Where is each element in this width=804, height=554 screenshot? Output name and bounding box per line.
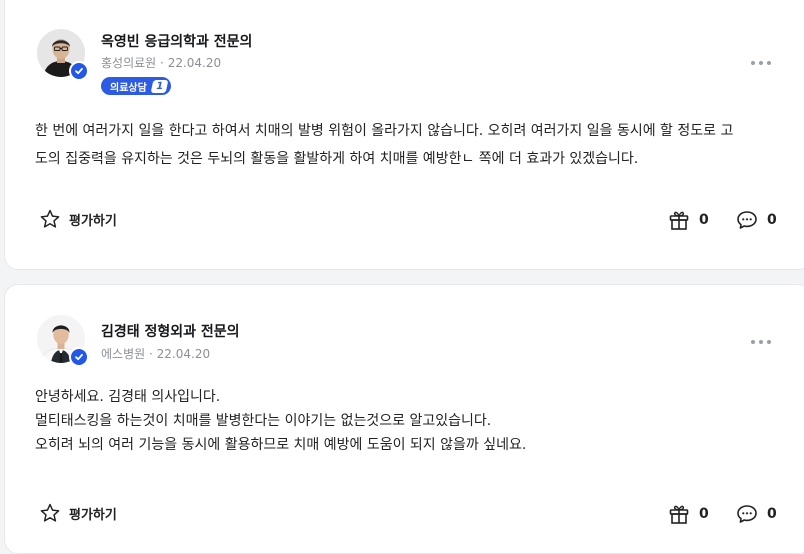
answer-body: 안녕하세요. 김경태 의사입니다. 멀티태스킹을 하는것이 치매를 발병한다는 … — [35, 385, 785, 457]
doctor-name[interactable]: 옥영빈 응급의학과 전문의 — [101, 31, 252, 51]
gift-count: 0 — [699, 506, 709, 522]
comment-bubble-icon — [737, 211, 757, 229]
answer-card: 옥영빈 응급의학과 전문의 홍성의료원 · 22.04.20 의료상담 1 한 … — [4, 0, 804, 270]
comment-count: 0 — [767, 506, 777, 522]
comment-bubble-icon — [737, 505, 757, 523]
answer-line: 오히려 뇌의 여러 기능을 동시에 활용하므로 치매 예방에 도움이 되지 않을… — [35, 437, 527, 453]
star-outline-icon — [40, 503, 60, 522]
more-dots-icon[interactable] — [751, 339, 771, 345]
consult-badge: 의료상담 1 — [101, 77, 171, 95]
doctor-meta: 에스병원 · 22.04.20 — [101, 345, 210, 362]
gift-icon — [669, 211, 689, 230]
gift-button[interactable]: 0 — [667, 208, 709, 232]
badge-number: 1 — [150, 79, 169, 93]
doctor-meta: 홍성의료원 · 22.04.20 — [101, 54, 221, 71]
gift-button[interactable]: 0 — [667, 502, 709, 526]
answer-line: 안녕하세요. 김경태 의사입니다. — [35, 389, 221, 405]
rate-button[interactable]: 평가하기 — [39, 502, 117, 524]
answer-body: 한 번에 여러가지 일을 한다고 하여서 치매의 발병 위험이 올라가지 않습니… — [35, 117, 785, 173]
gift-count: 0 — [699, 212, 709, 228]
doctor-name[interactable]: 김경태 정형외과 전문의 — [101, 321, 240, 341]
verified-check-icon — [69, 61, 89, 81]
answer-line: 한 번에 여러가지 일을 한다고 하여서 치매의 발병 위험이 올라가지 않습니… — [35, 123, 734, 139]
answer-card: 김경태 정형외과 전문의 에스병원 · 22.04.20 안녕하세요. 김경태 … — [4, 284, 804, 554]
rate-label: 평가하기 — [69, 507, 117, 523]
answer-line: 멀티태스킹을 하는것이 치매를 발병한다는 이야기는 없는것으로 알고있습니다. — [35, 413, 492, 429]
comment-button[interactable]: 0 — [735, 208, 777, 232]
comment-button[interactable]: 0 — [735, 502, 777, 526]
meta-separator: · — [149, 347, 153, 361]
rate-label: 평가하기 — [69, 213, 117, 229]
star-outline-icon — [40, 209, 60, 228]
hospital-name: 홍성의료원 — [101, 56, 157, 70]
answer-date: 22.04.20 — [167, 56, 222, 70]
doctor-avatar[interactable] — [37, 29, 89, 81]
doctor-avatar[interactable] — [37, 315, 89, 367]
answer-date: 22.04.20 — [156, 347, 211, 361]
gift-icon — [669, 505, 689, 524]
more-dots-icon[interactable] — [751, 60, 771, 66]
verified-check-icon — [69, 347, 89, 367]
meta-separator: · — [160, 56, 164, 70]
comment-count: 0 — [767, 212, 777, 228]
hospital-name: 에스병원 — [101, 347, 146, 361]
answer-line: 도의 집중력을 유지하는 것은 두뇌의 활동을 활발하게 하여 치매를 예방한ㄴ… — [35, 151, 639, 167]
rate-button[interactable]: 평가하기 — [39, 208, 117, 230]
badge-label: 의료상담 — [110, 82, 147, 94]
